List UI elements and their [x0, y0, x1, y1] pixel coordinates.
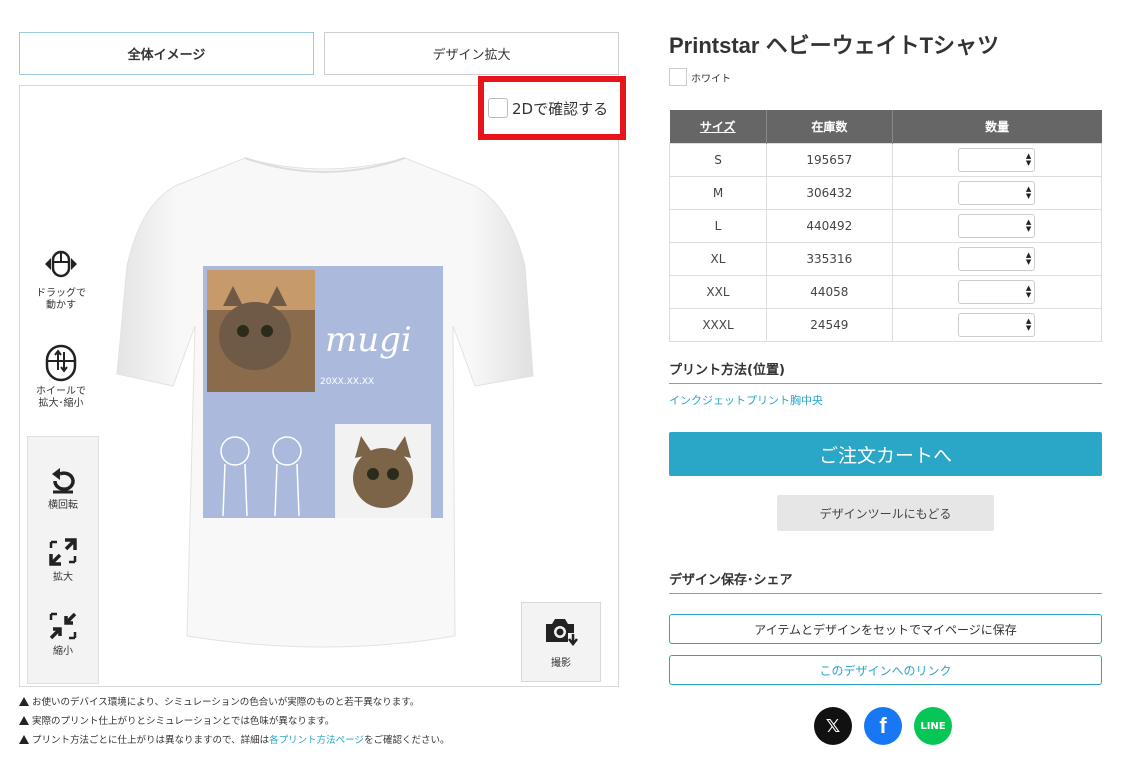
spinner-icon[interactable]: ▲ ▼ — [1026, 186, 1031, 200]
color-name: ホワイト — [691, 73, 731, 85]
size-cell: L — [669, 208, 767, 243]
table-row: XXXL 24549 ▲ ▼ — [669, 307, 1103, 342]
stock-cell: 335316 — [766, 241, 893, 276]
drag-tool[interactable]: ドラッグで 動かす — [26, 246, 96, 312]
size-cell: XXL — [669, 274, 767, 309]
size-cell: XL — [669, 241, 767, 276]
wheel-tool[interactable]: ホイールで 拡大･縮小 — [26, 344, 96, 410]
table-row: M 306432 ▲ ▼ — [669, 175, 1103, 210]
stock-cell: 24549 — [766, 307, 893, 342]
drag-label: ドラッグで 動かす — [36, 288, 86, 311]
table-row: S 195657 ▲ ▼ — [669, 142, 1103, 177]
quantity-stepper[interactable]: ▲ ▼ — [958, 280, 1036, 304]
note-line: プリント方法ごとに仕上がりは異なりますので、詳細は — [32, 735, 270, 746]
shrink-icon — [49, 612, 77, 640]
spinner-icon[interactable]: ▲ ▼ — [1026, 219, 1031, 233]
table-row: L 440492 ▲ ▼ — [669, 208, 1103, 243]
table-row: XL 335316 ▲ ▼ — [669, 241, 1103, 276]
size-header[interactable]: サイズ — [669, 110, 767, 143]
spinner-icon[interactable]: ▲ ▼ — [1026, 285, 1031, 299]
color-swatch — [669, 68, 687, 86]
facebook-share-icon[interactable]: f — [864, 707, 902, 745]
size-cell: M — [669, 175, 767, 210]
note-line: 実際のプリント仕上がりとシミュレーションとでは色味が異なります。 — [32, 716, 335, 727]
size-cell: S — [669, 142, 767, 177]
qty-header: 数量 — [892, 110, 1102, 143]
stock-cell: 44058 — [766, 274, 893, 309]
spinner-icon[interactable]: ▲ ▼ — [1026, 252, 1031, 266]
note-line: お使いのデバイス環境により、シミュレーションの色合いが実際のものと若干異なります… — [32, 697, 420, 708]
order-cart-button[interactable]: ご注文カートへ — [669, 432, 1102, 476]
check-2d-label: 2Dで確認する — [512, 99, 609, 118]
line-share-icon[interactable]: LINE — [914, 707, 952, 745]
wheel-label: ホイールで 拡大･縮小 — [36, 386, 86, 409]
stock-header: 在庫数 — [766, 110, 893, 143]
rotate-button[interactable]: 横回転 — [27, 468, 99, 512]
stock-cell: 195657 — [766, 142, 893, 177]
table-row: XXL 44058 ▲ ▼ — [669, 274, 1103, 309]
tab-label: デザイン拡大 — [432, 48, 511, 63]
notes: お使いのデバイス環境により、シミュレーションの色合いが実際のものと若干異なります… — [19, 693, 449, 750]
quantity-stepper[interactable]: ▲ ▼ — [958, 214, 1036, 238]
quantity-stepper[interactable]: ▲ ▼ — [958, 313, 1036, 337]
mouse-drag-icon — [45, 250, 77, 278]
rotate-icon — [52, 468, 75, 494]
color-row: ホワイト — [669, 68, 731, 86]
warning-icon — [19, 735, 29, 744]
spinner-icon[interactable]: ▲ ▼ — [1026, 153, 1031, 167]
tshirt-preview[interactable]: mugi 20XX.XX.XX — [115, 146, 535, 666]
size-cell: XXXL — [669, 307, 767, 342]
design-print: mugi 20XX.XX.XX — [203, 266, 443, 518]
back-to-design-tool-button[interactable]: デザインツールにもどる — [777, 495, 994, 531]
screenshot-label: 撮影 — [551, 657, 571, 669]
design-link-button[interactable]: このデザインへのリンク — [669, 655, 1102, 685]
quantity-stepper[interactable]: ▲ ▼ — [958, 247, 1036, 271]
tab-whole-image[interactable]: 全体イメージ — [19, 32, 314, 75]
preview-panel[interactable]: mugi 20XX.XX.XX ドラッグで 動かす ホイールで 拡大･縮小 横回… — [19, 85, 619, 687]
check-2d-toggle[interactable]: 2Dで確認する — [478, 76, 626, 140]
design-date-text: 20XX.XX.XX — [320, 377, 374, 387]
save-to-mypage-button[interactable]: アイテムとデザインをセットでマイページに保存 — [669, 614, 1102, 644]
print-method-page-link[interactable]: 各プリント方法ページ — [269, 735, 364, 746]
print-method-link[interactable]: インクジェットプリント胸中央 — [669, 392, 823, 408]
stock-cell: 306432 — [766, 175, 893, 210]
size-stock-table: サイズ 在庫数 数量 S 195657 ▲ ▼ M 306432 ▲ ▼ L 440… — [669, 110, 1103, 342]
quantity-stepper[interactable]: ▲ ▼ — [958, 148, 1036, 172]
quantity-stepper[interactable]: ▲ ▼ — [958, 181, 1036, 205]
expand-icon — [49, 538, 77, 566]
checkbox[interactable] — [488, 98, 508, 118]
note-line: をご確認ください。 — [363, 735, 450, 746]
x-share-icon[interactable]: 𝕏 — [814, 707, 852, 745]
warning-icon — [19, 697, 29, 706]
zoom-in-button[interactable]: 拡大 — [27, 538, 99, 584]
stock-cell: 440492 — [766, 208, 893, 243]
tab-label: 全体イメージ — [127, 48, 206, 63]
warning-icon — [19, 716, 29, 725]
zoom-in-label: 拡大 — [53, 572, 73, 583]
zoom-out-button[interactable]: 縮小 — [27, 612, 99, 658]
mouse-wheel-icon — [45, 344, 77, 382]
print-method-heading: プリント方法(位置) — [669, 359, 1102, 384]
product-title: Printstar ヘビーウェイトTシャツ — [669, 33, 1000, 58]
design-name-text: mugi — [325, 320, 412, 360]
spinner-icon[interactable]: ▲ ▼ — [1026, 318, 1031, 332]
zoom-out-label: 縮小 — [53, 646, 73, 657]
camera-download-icon — [546, 618, 578, 646]
rotate-label: 横回転 — [48, 500, 78, 511]
share-heading: デザイン保存･シェア — [669, 569, 1102, 594]
screenshot-button[interactable]: 撮影 — [521, 602, 601, 682]
tab-design-zoom[interactable]: デザイン拡大 — [324, 32, 619, 75]
